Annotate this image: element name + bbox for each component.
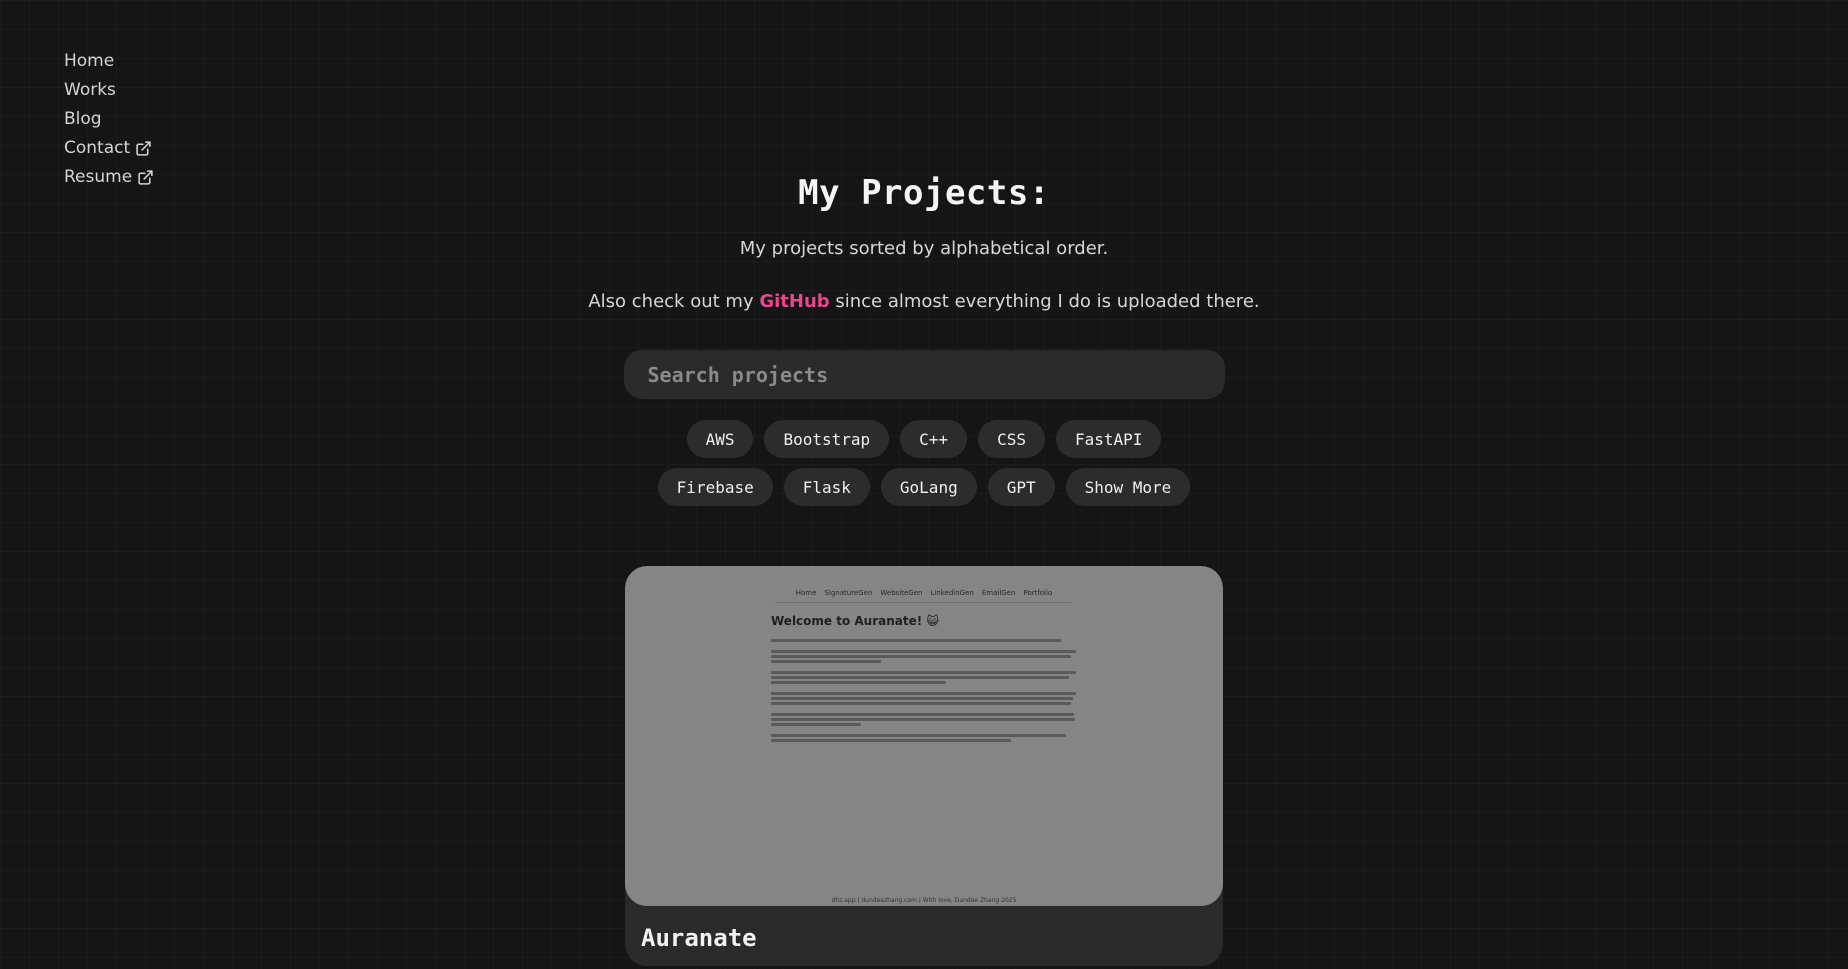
github-note-prefix: Also check out my — [588, 291, 760, 312]
preview-paragraph — [771, 671, 1081, 684]
github-note: Also check out my GitHub since almost ev… — [588, 291, 1259, 312]
preview-nav: Home SignatureGen WebsiteGen LinkedinGen… — [625, 589, 1223, 597]
tag-aws[interactable]: AWS — [686, 420, 754, 458]
preview-nav-item: SignatureGen — [824, 589, 873, 597]
project-title: Auranate — [641, 924, 757, 952]
tag-firebase[interactable]: Firebase — [657, 468, 773, 506]
tag-fastapi[interactable]: FastAPI — [1055, 420, 1162, 458]
preview-paragraph — [771, 713, 1081, 726]
preview-nav-item: EmailGen — [981, 589, 1016, 597]
page-subtitle: My projects sorted by alphabetical order… — [739, 238, 1109, 259]
tag-cpp[interactable]: C++ — [900, 420, 968, 458]
preview-paragraph — [771, 692, 1081, 705]
tag-golang[interactable]: GoLang — [880, 468, 977, 506]
preview-footer: dhz.app | dundeezhang.com | With love, D… — [831, 897, 1017, 904]
preview-nav-item: Home — [795, 589, 817, 597]
github-link[interactable]: GitHub — [759, 291, 829, 312]
preview-nav-item: Portfolio — [1023, 589, 1053, 597]
page-title: My Projects: — [798, 173, 1050, 213]
preview-nav-item: LinkedinGen — [930, 589, 974, 597]
tag-css[interactable]: CSS — [978, 420, 1045, 458]
tag-flask[interactable]: Flask — [783, 468, 870, 506]
main-content: My Projects: My projects sorted by alpha… — [0, 0, 1848, 966]
project-card[interactable]: Home SignatureGen WebsiteGen LinkedinGen… — [625, 566, 1223, 966]
tag-bootstrap[interactable]: Bootstrap — [764, 420, 890, 458]
preview-nav-item: WebsiteGen — [880, 589, 923, 597]
preview-paragraph — [771, 650, 1081, 663]
preview-paragraph — [771, 639, 1081, 642]
tag-row: AWS Bootstrap C++ CSS FastAPI — [686, 420, 1162, 458]
project-preview-image: Home SignatureGen WebsiteGen LinkedinGen… — [625, 566, 1223, 906]
preview-body — [771, 639, 1081, 742]
preview-heading: Welcome to Auranate! 😺 — [771, 614, 939, 628]
preview-paragraph — [771, 734, 1081, 742]
tag-gpt[interactable]: GPT — [987, 468, 1055, 506]
tag-filter: AWS Bootstrap C++ CSS FastAPI Firebase F… — [657, 420, 1191, 506]
search-input[interactable] — [623, 350, 1225, 399]
show-more-button[interactable]: Show More — [1065, 468, 1191, 506]
github-note-suffix: since almost everything I do is uploaded… — [829, 291, 1260, 312]
preview-divider — [775, 602, 1071, 603]
tag-row: Firebase Flask GoLang GPT Show More — [657, 468, 1191, 506]
